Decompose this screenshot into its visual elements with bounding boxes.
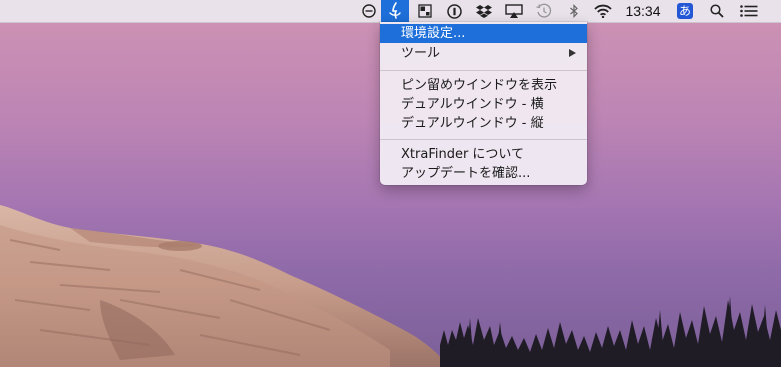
time-machine-icon[interactable] [533, 0, 555, 22]
bluetooth-icon[interactable] [565, 0, 583, 22]
menu-separator [380, 139, 587, 140]
menubar-clock[interactable]: 13:34 [622, 0, 664, 22]
spotlight-search-icon[interactable] [706, 0, 728, 22]
tree-line [440, 296, 781, 367]
menu-item-dual-window-horizontal[interactable]: デュアルウインドウ - 横 [380, 95, 587, 114]
screen-layout-icon[interactable] [415, 0, 435, 22]
input-method-label: あ [677, 3, 693, 19]
submenu-arrow-icon [569, 49, 576, 57]
wifi-icon[interactable] [591, 0, 615, 22]
xtrafinder-icon[interactable] [381, 0, 409, 22]
dropbox-icon[interactable] [473, 0, 495, 22]
menu-item-dual-window-vertical[interactable]: デュアルウインドウ - 縦 [380, 114, 587, 133]
menu-separator [380, 70, 587, 71]
notification-center-icon[interactable] [737, 0, 761, 22]
xtrafinder-dropdown-menu: 環境設定... ツール ピン留めウインドウを表示 デュアルウインドウ - 横 デ… [380, 22, 587, 185]
menu-item-tools-label: ツール [401, 46, 441, 61]
menu-bar: 13:34 あ [0, 0, 781, 23]
menu-item-show-pinned-windows[interactable]: ピン留めウインドウを表示 [380, 76, 587, 95]
menu-item-preferences[interactable]: 環境設定... [380, 24, 587, 43]
menu-item-tools[interactable]: ツール [380, 44, 587, 63]
airplay-icon[interactable] [503, 0, 525, 22]
menu-item-check-for-updates[interactable]: アップデートを確認... [380, 164, 587, 183]
password-manager-icon[interactable] [444, 0, 464, 22]
do-not-disturb-icon[interactable] [359, 0, 379, 22]
input-method-icon[interactable]: あ [674, 0, 696, 22]
menu-item-about-xtrafinder[interactable]: XtraFinder について [380, 145, 587, 164]
